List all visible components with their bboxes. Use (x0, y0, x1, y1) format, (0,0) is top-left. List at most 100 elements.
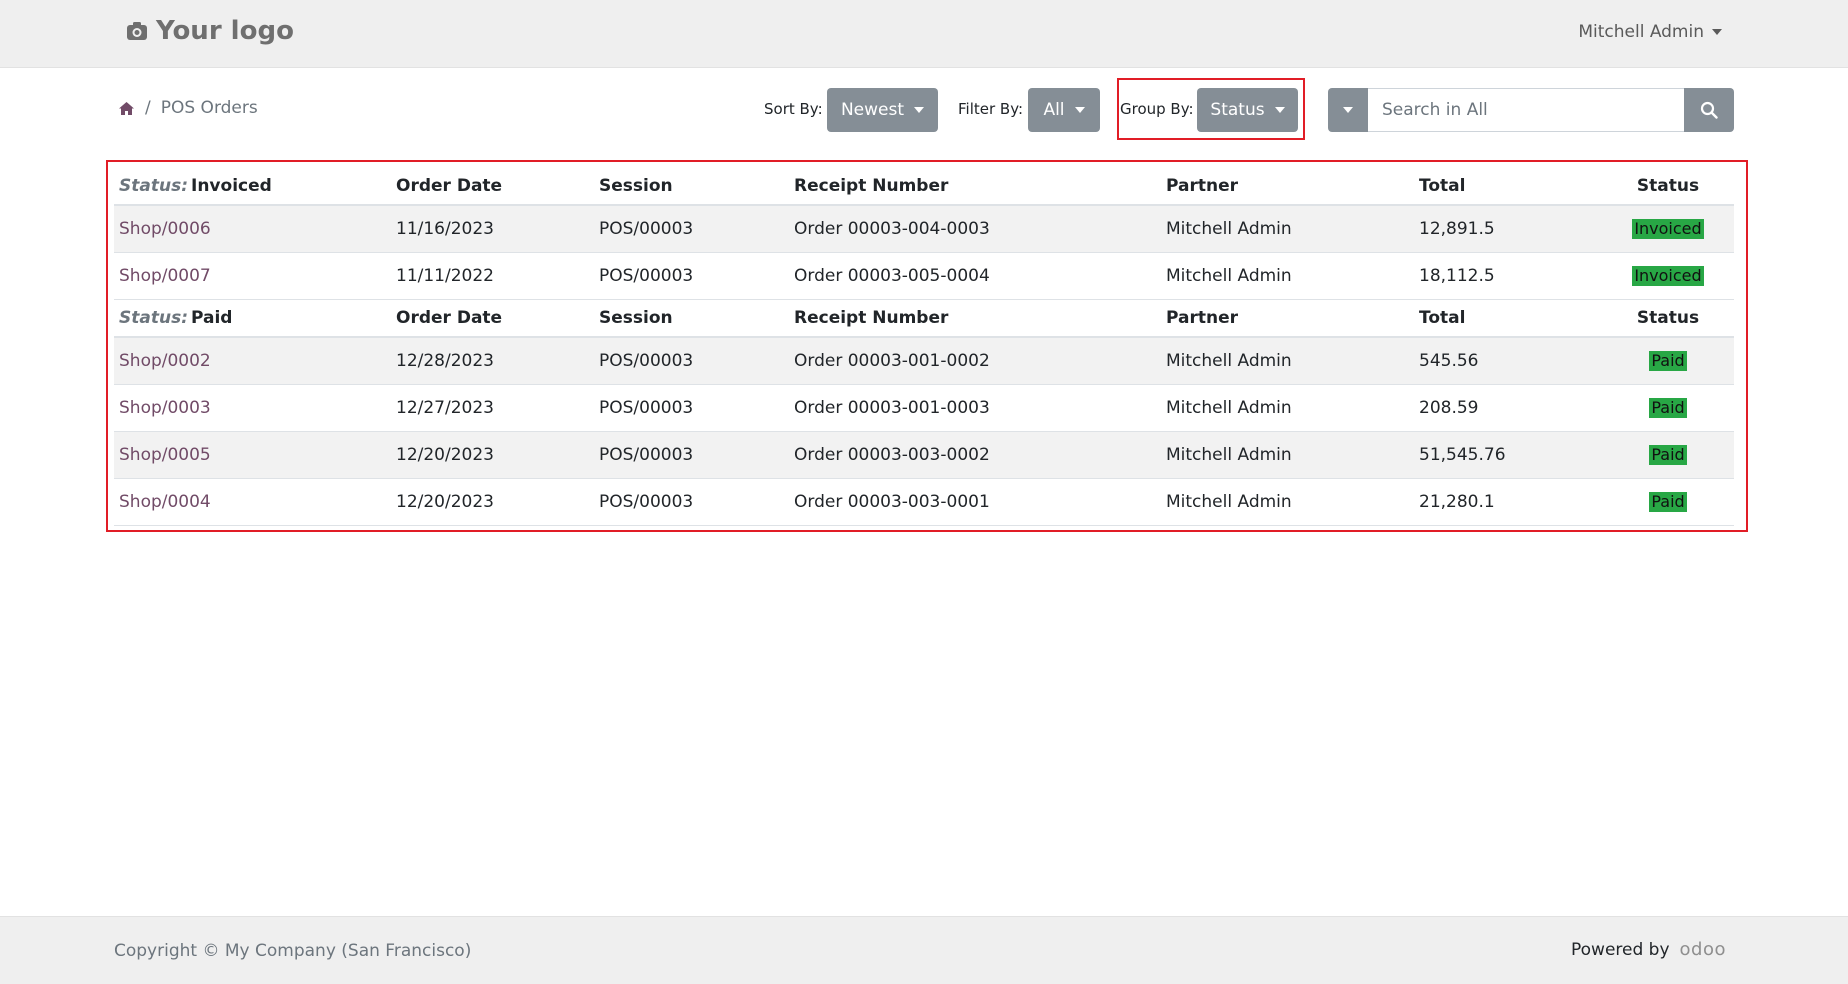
column-header-receipt-number: Receipt Number (794, 308, 949, 328)
partner: Mitchell Admin (1166, 219, 1292, 239)
receipt-number: Order 00003-005-0004 (794, 266, 990, 286)
order-date: 12/28/2023 (396, 351, 494, 371)
search-button[interactable] (1684, 88, 1734, 132)
order-link[interactable]: Shop/0006 (119, 219, 211, 239)
column-header-total: Total (1419, 308, 1466, 328)
order-date: 12/20/2023 (396, 492, 494, 512)
order-date: 11/16/2023 (396, 219, 494, 239)
home-icon[interactable] (118, 101, 135, 116)
breadcrumb: / POS Orders (118, 98, 258, 118)
sort-by-dropdown[interactable]: Newest (827, 88, 938, 132)
column-header-partner: Partner (1166, 176, 1239, 196)
top-navbar: Your logo Mitchell Admin (0, 0, 1848, 68)
group-prefix: Status: (119, 308, 188, 328)
orders-table: Status: Invoiced Order Date Session Rece… (114, 168, 1734, 526)
order-date: 12/20/2023 (396, 445, 494, 465)
group-name: Invoiced (191, 176, 272, 196)
filter-by-dropdown[interactable]: All (1028, 88, 1100, 132)
receipt-number: Order 00003-001-0003 (794, 398, 990, 418)
order-link[interactable]: Shop/0003 (119, 398, 211, 418)
user-name: Mitchell Admin (1578, 22, 1704, 42)
partner: Mitchell Admin (1166, 398, 1292, 418)
table-row[interactable]: Shop/0007 11/11/2022 POS/00003 Order 000… (114, 253, 1734, 300)
status-badge: Paid (1649, 492, 1687, 512)
order-date: 11/11/2022 (396, 266, 494, 286)
order-link[interactable]: Shop/0004 (119, 492, 211, 512)
camera-icon (127, 22, 147, 40)
session: POS/00003 (599, 492, 694, 512)
chevron-down-icon (1712, 29, 1722, 35)
column-header-order-date: Order Date (396, 308, 503, 328)
search-input[interactable] (1368, 88, 1684, 132)
breadcrumb-separator: / (145, 98, 151, 118)
column-header-status: Status (1636, 308, 1700, 328)
status-badge: Paid (1649, 398, 1687, 418)
receipt-number: Order 00003-001-0002 (794, 351, 990, 371)
group-name: Paid (191, 308, 233, 328)
group-by-label: Group By: (1120, 100, 1194, 118)
chevron-down-icon (914, 107, 925, 113)
session: POS/00003 (599, 398, 694, 418)
chevron-down-icon (1074, 107, 1085, 113)
partner: Mitchell Admin (1166, 492, 1292, 512)
column-header-order-date: Order Date (396, 176, 503, 196)
group-header-row: Status: Invoiced Order Date Session Rece… (114, 168, 1734, 206)
table-row[interactable]: Shop/0003 12/27/2023 POS/00003 Order 000… (114, 385, 1734, 432)
powered-by: Powered by odoo (1571, 939, 1726, 960)
status-badge: Invoiced (1632, 266, 1704, 286)
group-header-cell: Status: Invoiced (119, 168, 272, 204)
group-prefix: Status: (119, 176, 188, 196)
order-link[interactable]: Shop/0005 (119, 445, 211, 465)
user-menu-dropdown[interactable]: Mitchell Admin (1578, 22, 1722, 42)
search-options-dropdown[interactable] (1328, 88, 1368, 132)
receipt-number: Order 00003-004-0003 (794, 219, 990, 239)
sort-by-value: Newest (840, 100, 905, 120)
table-row[interactable]: Shop/0006 11/16/2023 POS/00003 Order 000… (114, 206, 1734, 253)
column-header-session: Session (599, 308, 673, 328)
partner: Mitchell Admin (1166, 445, 1292, 465)
total: 18,112.5 (1419, 266, 1495, 286)
table-row[interactable]: Shop/0002 12/28/2023 POS/00003 Order 000… (114, 338, 1734, 385)
group-by-value: Status (1210, 100, 1265, 120)
logo-text: Your logo (156, 16, 294, 46)
status-badge: Paid (1649, 351, 1687, 371)
order-link[interactable]: Shop/0007 (119, 266, 211, 286)
session: POS/00003 (599, 266, 694, 286)
column-header-partner: Partner (1166, 308, 1239, 328)
search-bar (1328, 88, 1734, 132)
total: 545.56 (1419, 351, 1479, 371)
total: 51,545.76 (1419, 445, 1506, 465)
odoo-logo[interactable]: odoo (1680, 939, 1726, 960)
order-link[interactable]: Shop/0002 (119, 351, 211, 371)
session: POS/00003 (599, 219, 694, 239)
partner: Mitchell Admin (1166, 266, 1292, 286)
column-header-session: Session (599, 176, 673, 196)
filter-by-value: All (1043, 100, 1065, 120)
session: POS/00003 (599, 445, 694, 465)
group-header-cell: Status: Paid (119, 300, 232, 336)
table-row[interactable]: Shop/0005 12/20/2023 POS/00003 Order 000… (114, 432, 1734, 479)
chevron-down-icon (1343, 107, 1353, 113)
total: 208.59 (1419, 398, 1479, 418)
portal-toolbar: / POS Orders Sort By: Newest Filter By: … (0, 78, 1848, 140)
chevron-down-icon (1274, 107, 1285, 113)
table-row[interactable]: Shop/0004 12/20/2023 POS/00003 Order 000… (114, 479, 1734, 526)
powered-by-label: Powered by (1571, 939, 1670, 960)
column-header-receipt-number: Receipt Number (794, 176, 949, 196)
session: POS/00003 (599, 351, 694, 371)
receipt-number: Order 00003-003-0001 (794, 492, 990, 512)
total: 21,280.1 (1419, 492, 1495, 512)
page-footer: Copyright © My Company (San Francisco) P… (0, 916, 1848, 984)
group-header-row: Status: Paid Order Date Session Receipt … (114, 300, 1734, 338)
partner: Mitchell Admin (1166, 351, 1292, 371)
column-header-total: Total (1419, 176, 1466, 196)
status-badge: Invoiced (1632, 219, 1704, 239)
status-badge: Paid (1649, 445, 1687, 465)
breadcrumb-current: POS Orders (160, 98, 258, 118)
filter-by-label: Filter By: (958, 100, 1024, 118)
group-by-dropdown[interactable]: Status (1197, 88, 1298, 132)
company-logo[interactable]: Your logo (126, 16, 294, 46)
sort-by-label: Sort By: (764, 100, 823, 118)
search-icon (1700, 101, 1718, 119)
total: 12,891.5 (1419, 219, 1495, 239)
